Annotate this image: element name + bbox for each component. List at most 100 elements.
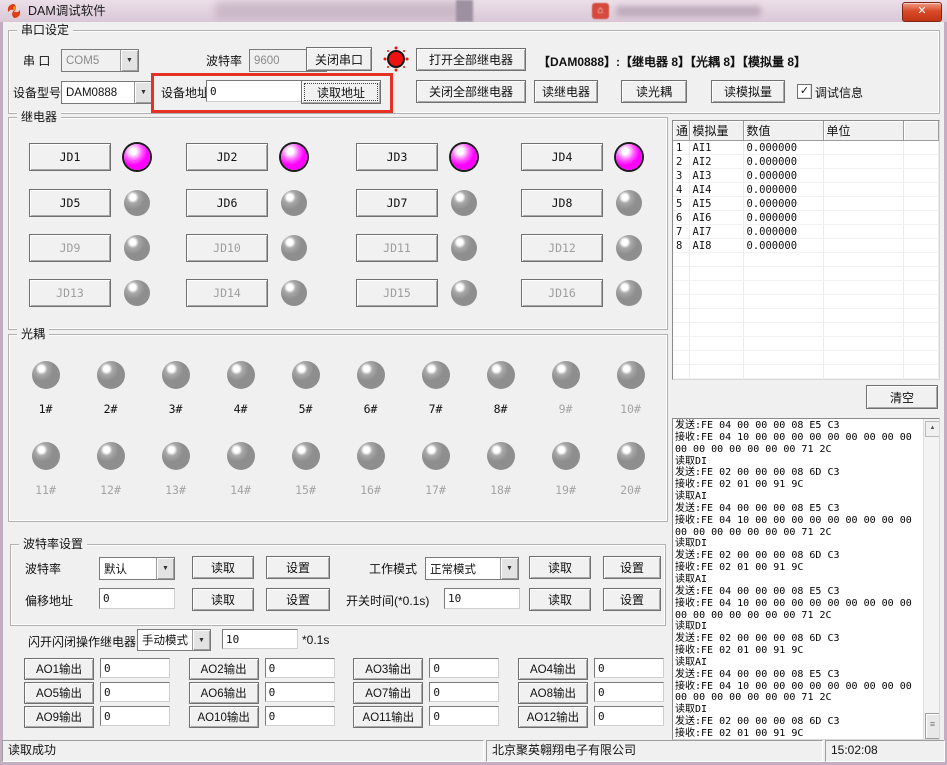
- ao1-output-input[interactable]: [100, 658, 170, 678]
- ao2-output-input[interactable]: [265, 658, 335, 678]
- table-empty-row: [673, 253, 939, 267]
- flash-time-input[interactable]: [222, 629, 298, 649]
- cell-value: 0.000000: [743, 239, 823, 253]
- offset-read-button[interactable]: 读取: [192, 588, 254, 611]
- work-mode-select[interactable]: 正常模式▼: [425, 557, 519, 580]
- relay-button-jd15: JD15: [356, 279, 438, 307]
- switch-time-read-button[interactable]: 读取: [529, 588, 591, 611]
- table-row[interactable]: 1AI10.000000: [673, 141, 939, 155]
- relay-led-off-icon: [616, 190, 642, 216]
- baud-setting-select[interactable]: 默认▼: [99, 557, 175, 580]
- ao12-output-button[interactable]: AO12输出: [518, 706, 588, 728]
- col-header-channel[interactable]: 通: [673, 121, 689, 141]
- baud-read-button[interactable]: 读取: [192, 556, 254, 579]
- table-row[interactable]: 6AI60.000000: [673, 211, 939, 225]
- close-serial-button[interactable]: 关闭串口: [306, 47, 372, 71]
- read-address-button[interactable]: 读取地址: [301, 80, 381, 104]
- ao5-output-button[interactable]: AO5输出: [24, 682, 94, 704]
- app-logo-icon: [6, 3, 22, 19]
- ao6-output-button[interactable]: AO6输出: [189, 682, 259, 704]
- ao9-output-button[interactable]: AO9输出: [24, 706, 94, 728]
- relay-button-jd3[interactable]: JD3: [356, 143, 438, 171]
- cell-value: 0.000000: [743, 225, 823, 239]
- ao11-output-button[interactable]: AO11输出: [353, 706, 423, 728]
- baud-set-button[interactable]: 设置: [266, 556, 330, 579]
- relay-button-jd1[interactable]: JD1: [29, 143, 111, 171]
- flash-mode-select[interactable]: 手动模式▼: [137, 629, 211, 651]
- table-row[interactable]: 5AI50.000000: [673, 197, 939, 211]
- ao3-output-button[interactable]: AO3输出: [353, 658, 423, 680]
- relay-button-jd8[interactable]: JD8: [521, 189, 603, 217]
- work-mode-read-button[interactable]: 读取: [529, 556, 591, 579]
- ao8-output-input[interactable]: [594, 682, 664, 702]
- cell-channel: 6: [673, 211, 689, 225]
- device-address-input[interactable]: [206, 80, 304, 102]
- table-row[interactable]: 2AI20.000000: [673, 155, 939, 169]
- cell-unit: [823, 197, 903, 211]
- read-analog-button[interactable]: 读模拟量: [711, 80, 785, 103]
- opto-led-icon: [97, 361, 125, 389]
- cell-unit: [823, 183, 903, 197]
- clear-log-button[interactable]: 清空: [866, 385, 938, 409]
- table-header-row: 通 模拟量 数值 单位: [673, 121, 939, 141]
- group-title-serial: 串口设定: [17, 23, 73, 37]
- close-all-relays-button[interactable]: 关闭全部继电器: [416, 80, 526, 103]
- opto-label: 9#: [559, 402, 573, 416]
- serial-port-select[interactable]: COM5▼: [61, 49, 139, 72]
- switch-time-set-button[interactable]: 设置: [603, 588, 661, 611]
- table-row[interactable]: 8AI80.000000: [673, 239, 939, 253]
- ao5-output-input[interactable]: [100, 682, 170, 702]
- ao10-output-input[interactable]: [265, 706, 335, 726]
- group-title-relay: 继电器: [17, 110, 61, 124]
- cell-analog: AI2: [689, 155, 743, 169]
- ao1-output-button[interactable]: AO1输出: [24, 658, 94, 680]
- opto-label: 4#: [234, 402, 248, 416]
- open-all-relays-button[interactable]: 打开全部继电器: [416, 48, 526, 71]
- comm-log-box[interactable]: 发送:FE 04 00 00 00 08 E5 C3 接收:FE 04 10 0…: [672, 418, 940, 740]
- ao4-output-button[interactable]: AO4输出: [518, 658, 588, 680]
- opto-label: 2#: [104, 402, 118, 416]
- ao11-output-input[interactable]: [429, 706, 499, 726]
- ao9-output-input[interactable]: [100, 706, 170, 726]
- ao8-output-button[interactable]: AO8输出: [518, 682, 588, 704]
- table-row[interactable]: 7AI70.000000: [673, 225, 939, 239]
- log-scrollbar[interactable]: ▲: [923, 419, 939, 739]
- offset-set-button[interactable]: 设置: [266, 588, 330, 611]
- relay-button-jd6[interactable]: JD6: [186, 189, 268, 217]
- work-mode-set-button[interactable]: 设置: [603, 556, 661, 579]
- ao6-output-input[interactable]: [265, 682, 335, 702]
- opto-led-icon: [97, 442, 125, 470]
- serial-port-label: 串 口: [23, 52, 50, 69]
- ao7-output-button[interactable]: AO7输出: [353, 682, 423, 704]
- scroll-up-icon[interactable]: ▲: [925, 421, 940, 437]
- scrollbar-thumb[interactable]: [925, 713, 940, 739]
- switch-time-input[interactable]: [444, 588, 520, 609]
- opto-label: 16#: [360, 483, 381, 497]
- ao7-output-input[interactable]: [429, 682, 499, 702]
- ao10-output-button[interactable]: AO10输出: [189, 706, 259, 728]
- debug-info-checkbox[interactable]: ✓: [797, 84, 812, 99]
- chevron-down-icon: ▼: [500, 558, 518, 579]
- relay-button-jd2[interactable]: JD2: [186, 143, 268, 171]
- table-row[interactable]: 3AI30.000000: [673, 169, 939, 183]
- opto-led-icon: [357, 361, 385, 389]
- ao3-output-input[interactable]: [429, 658, 499, 678]
- col-header-value[interactable]: 数值: [743, 121, 823, 141]
- relay-button-jd4[interactable]: JD4: [521, 143, 603, 171]
- ao2-output-button[interactable]: AO2输出: [189, 658, 259, 680]
- relay-group: 继电器 JD1 JD2 JD3 JD4 JD5 JD6 JD7 JD8 JD9 …: [8, 117, 668, 330]
- offset-address-input[interactable]: [99, 588, 175, 609]
- col-header-unit[interactable]: 单位: [823, 121, 903, 141]
- table-row[interactable]: 4AI40.000000: [673, 183, 939, 197]
- relay-button-jd7[interactable]: JD7: [356, 189, 438, 217]
- close-button[interactable]: ✕: [902, 2, 942, 22]
- col-header-analog[interactable]: 模拟量: [689, 121, 743, 141]
- col-header-extra[interactable]: [903, 121, 939, 141]
- ao12-output-input[interactable]: [594, 706, 664, 726]
- background-window-artifact: [456, 0, 473, 22]
- device-model-select[interactable]: DAM0888▼: [61, 81, 153, 104]
- ao4-output-input[interactable]: [594, 658, 664, 678]
- read-opto-button[interactable]: 读光耦: [621, 80, 687, 103]
- relay-button-jd5[interactable]: JD5: [29, 189, 111, 217]
- read-relays-button[interactable]: 读继电器: [534, 80, 598, 103]
